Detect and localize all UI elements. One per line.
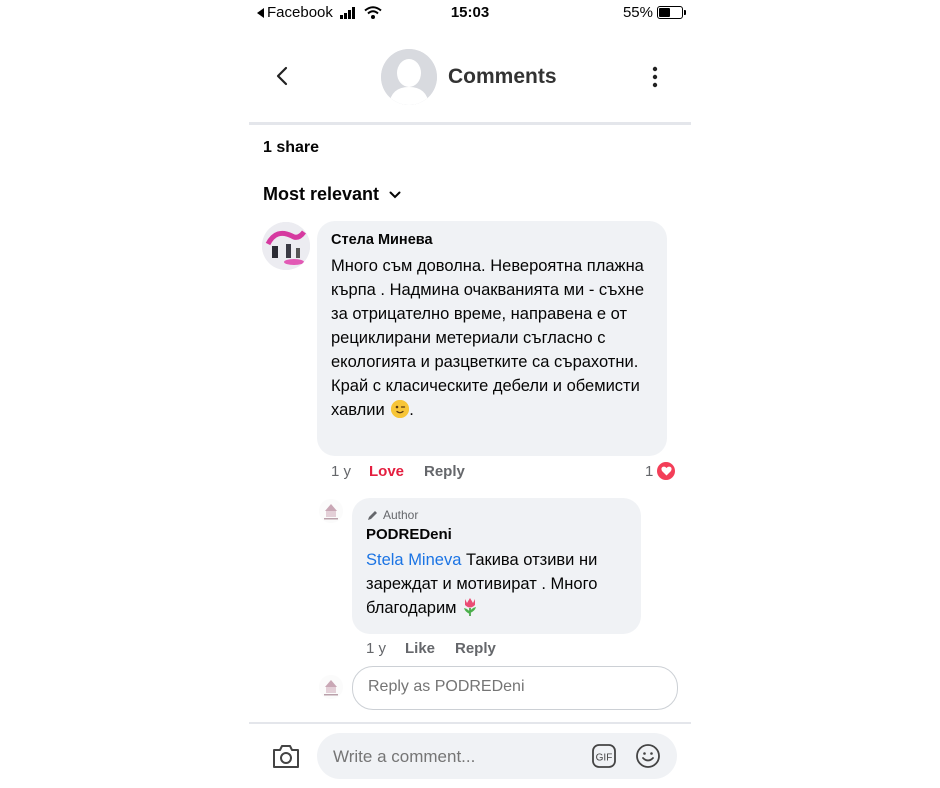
comment-input[interactable] [331, 746, 585, 768]
pencil-icon [368, 510, 377, 520]
sort-dropdown[interactable]: Most relevant [263, 184, 401, 205]
mention-link[interactable]: Stela Mineva [366, 551, 461, 569]
reaction-count-value: 1 [645, 462, 654, 480]
love-reaction-button[interactable]: Love [369, 463, 404, 480]
comment-actions: 1 y Love Reply [331, 463, 631, 483]
sort-label: Most relevant [263, 184, 380, 204]
shares-count[interactable]: 1 share [263, 139, 319, 157]
avatar[interactable] [262, 222, 310, 270]
camera-icon[interactable] [271, 742, 301, 770]
person-silhouette-icon [381, 49, 437, 105]
status-bar: Facebook 15:03 55% [249, 0, 691, 26]
reply-button[interactable]: Reply [424, 463, 465, 480]
heart-icon [656, 461, 677, 481]
author-badge: Author [366, 508, 418, 522]
comment-bubble: Стела Минева Много съм доволна. Невероят… [317, 221, 667, 456]
comment-author[interactable]: Стела Минева [331, 232, 433, 248]
reply-input-box[interactable] [352, 666, 678, 710]
reply-text: Stela Mineva Такива отзиви ни зареждат и… [366, 548, 638, 620]
reply-actions: 1 y Like Reply [366, 640, 566, 660]
comment-body: Много съм доволна. Невероятна плажна кър… [331, 257, 645, 419]
comment-time: 1 y [331, 463, 352, 480]
chevron-down-icon [389, 191, 401, 198]
reply-button[interactable]: Reply [455, 640, 496, 657]
podredeni-logo-icon [319, 499, 343, 523]
gif-label: GIF [596, 753, 613, 764]
reply-author[interactable]: PODREDeni [366, 526, 452, 543]
page-avatar[interactable] [319, 499, 343, 523]
chevron-left-icon[interactable] [273, 64, 293, 88]
podredeni-logo-icon [319, 675, 343, 699]
like-button[interactable]: Like [405, 640, 435, 657]
battery-indicator: 55% [622, 4, 686, 21]
winking-face-icon [391, 400, 410, 418]
comments-header: Comments [249, 34, 691, 125]
reply-bubble: Author PODREDeni Stela Mineva Такива отз… [352, 498, 641, 634]
reaction-count[interactable]: 1 [645, 461, 677, 481]
tulip-icon [464, 598, 477, 616]
emoji-icon[interactable] [635, 743, 661, 769]
facebook-comments-screen: Facebook 15:03 55% Comments 1 share Most… [249, 0, 691, 788]
comment-composer[interactable]: GIF [317, 733, 677, 779]
reply-time: 1 y [366, 640, 387, 657]
comment-text: Много съм доволна. Невероятна плажна кър… [331, 254, 661, 422]
author-badge-label: Author [383, 508, 419, 522]
gif-icon[interactable]: GIF [591, 743, 617, 769]
battery-percent: 55% [622, 4, 653, 21]
profile-avatar-placeholder[interactable] [381, 49, 437, 105]
reply-input[interactable] [366, 677, 660, 697]
divider [249, 722, 691, 724]
user-photo-icon [262, 222, 310, 270]
page-title: Comments [448, 65, 557, 88]
battery-icon [657, 6, 686, 19]
page-avatar [319, 675, 343, 699]
comment-text-end: . [409, 401, 414, 419]
more-options-icon[interactable] [645, 64, 665, 90]
